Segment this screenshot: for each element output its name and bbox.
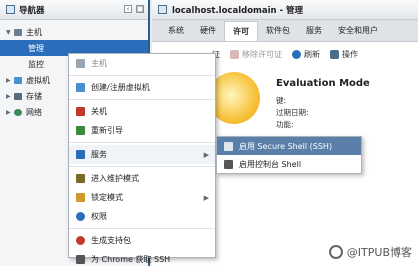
menu-item-label: 生成支持包 (91, 236, 131, 245)
tree-item-label: 存储 (26, 91, 42, 101)
navigator-icon (6, 5, 15, 14)
menu-item-support-bundle[interactable]: 生成支持包 (69, 231, 215, 250)
watermark-logo-icon (328, 245, 343, 259)
shutdown-icon (76, 107, 85, 116)
remove-license-label: 移除许可证 (242, 49, 282, 59)
remove-icon (230, 49, 239, 59)
services-icon (76, 150, 85, 159)
menu-item-maintenance[interactable]: 进入维护模式 (69, 169, 215, 188)
tab-services[interactable]: 服务 (298, 21, 330, 41)
tree-item-label: 网络 (26, 107, 42, 117)
menu-divider (69, 142, 215, 143)
actions-button[interactable]: 操作 (330, 49, 358, 60)
menu-item-label: 进入维护模式 (91, 174, 139, 183)
actions-label: 操作 (342, 49, 358, 59)
host-icon (14, 28, 22, 36)
navigator-title: 导航器 (19, 5, 45, 16)
host-context-menu: 主机 创建/注册虚拟机 关机 重新引导 服务 ▶ 进入维护模式 锁定模式 ▶ 权… (68, 53, 216, 264)
submenu-arrow-icon: ▶ (203, 150, 209, 159)
menu-item-permissions[interactable]: 权限 (69, 207, 215, 226)
tab-license[interactable]: 许可 (224, 21, 258, 41)
gear-icon (330, 49, 339, 59)
menu-item-lockdown[interactable]: 锁定模式 ▶ (69, 188, 215, 207)
maintenance-icon (76, 174, 85, 183)
vm-icon (14, 76, 22, 84)
menu-divider (69, 75, 215, 76)
console-shell-icon (224, 159, 233, 169)
menu-item-enable-ssh[interactable]: 启用 Secure Shell (SSH) (217, 137, 361, 155)
services-submenu: 启用 Secure Shell (SSH) 启用控制台 Shell (216, 136, 362, 174)
expand-arrow-icon[interactable]: ▶ (6, 77, 14, 84)
tree-item-label: 管理 (28, 43, 44, 53)
menu-item-label: 权限 (91, 212, 107, 221)
tree-item-label: 虚拟机 (26, 75, 50, 85)
menu-item-label: 启用 Secure Shell (SSH) (239, 141, 333, 151)
menu-divider (69, 228, 215, 229)
menu-item-ssh-chrome[interactable]: 为 Chrome 获取 SSH (69, 250, 215, 266)
license-features-label: 功能: (276, 120, 294, 129)
context-menu-header-label: 主机 (91, 59, 107, 68)
context-menu-header: 主机 (69, 54, 215, 73)
tab-packages[interactable]: 软件包 (258, 21, 298, 41)
tab-system[interactable]: 系统 (160, 21, 192, 41)
menu-item-label: 关机 (91, 107, 107, 116)
license-info: Evaluation Mode 键: 过期日期: 功能: (276, 78, 370, 131)
tree-item-label: 监控 (28, 59, 44, 69)
menu-item-label: 启用控制台 Shell (239, 159, 302, 169)
create-vm-icon (76, 83, 85, 92)
watermark-text: @ITPUB博客 (346, 246, 412, 259)
menu-item-label: 服务 (91, 150, 107, 159)
expand-arrow-icon[interactable]: ▼ (6, 29, 14, 36)
refresh-icon (292, 49, 301, 59)
collapse-icon[interactable]: ‹ (124, 5, 132, 13)
menu-item-enable-console-shell[interactable]: 启用控制台 Shell (217, 155, 361, 173)
menu-item-label: 重新引导 (91, 126, 123, 135)
ssh-chrome-icon (76, 255, 85, 264)
tree-item-label: 主机 (26, 27, 42, 37)
tab-bar: 系统 硬件 许可 软件包 服务 安全和用户 (152, 20, 418, 42)
license-expiry-label: 过期日期: (276, 108, 309, 117)
ssh-icon (224, 141, 233, 151)
menu-item-shutdown[interactable]: 关机 (69, 102, 215, 121)
main-header: localhost.localdomain - 管理 (152, 0, 418, 20)
navigator-tools: ‹ □ (124, 5, 144, 13)
menu-item-services[interactable]: 服务 ▶ (69, 145, 215, 164)
license-title: Evaluation Mode (276, 78, 370, 89)
tab-security-users[interactable]: 安全和用户 (330, 21, 386, 41)
reboot-icon (76, 126, 85, 135)
menu-divider (69, 166, 215, 167)
menu-item-create-vm[interactable]: 创建/注册虚拟机 (69, 78, 215, 97)
submenu-arrow-icon: ▶ (203, 193, 209, 202)
watermark: @ITPUB博客 (328, 244, 412, 260)
menu-item-reboot[interactable]: 重新引导 (69, 121, 215, 140)
storage-icon (14, 92, 22, 100)
lockdown-icon (76, 193, 85, 202)
host-header-icon (158, 5, 167, 14)
menu-divider (69, 99, 215, 100)
navigator-header: 导航器 ‹ □ (0, 0, 148, 20)
host-icon (76, 59, 85, 68)
expand-arrow-icon[interactable]: ▶ (6, 109, 14, 116)
menu-item-label: 为 Chrome 获取 SSH (91, 255, 171, 264)
license-key-label: 键: (276, 96, 287, 105)
main-title: localhost.localdomain - 管理 (172, 5, 304, 16)
support-bundle-icon (76, 236, 85, 245)
refresh-button[interactable]: 刷新 (292, 49, 320, 60)
permissions-icon (76, 212, 85, 221)
remove-license-button[interactable]: 移除许可证 (230, 49, 282, 60)
menu-item-label: 锁定模式 (91, 193, 123, 202)
vsphere-host-client: 导航器 ‹ □ ▼ 主机 管理 监控 ▶ 虚拟机 ▶ 存储 ▶ 网络 local… (0, 0, 418, 266)
tree-item-host[interactable]: ▼ 主机 (0, 24, 148, 40)
tab-hardware[interactable]: 硬件 (192, 21, 224, 41)
expand-arrow-icon[interactable]: ▶ (6, 93, 14, 100)
refresh-label: 刷新 (304, 49, 320, 59)
network-icon (14, 108, 22, 116)
pin-icon[interactable]: □ (136, 5, 144, 13)
menu-item-label: 创建/注册虚拟机 (91, 83, 150, 92)
